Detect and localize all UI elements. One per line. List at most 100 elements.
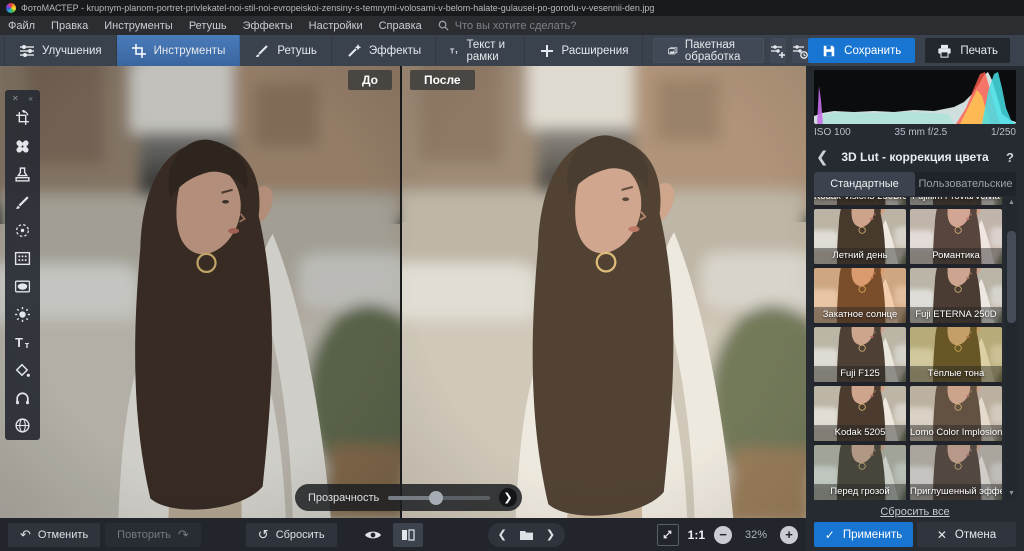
split-view-button[interactable] (393, 523, 423, 547)
plus-icon (539, 43, 555, 59)
help-icon[interactable]: ? (996, 150, 1014, 165)
filter-item[interactable]: Тёплые тона (910, 327, 1002, 382)
radial-filter-tool[interactable] (10, 218, 36, 243)
folder-icon[interactable] (519, 529, 534, 541)
opacity-slider[interactable] (388, 496, 490, 500)
tools-side-panel: ✕ « Tт (5, 90, 40, 440)
tab-custom[interactable]: Пользовательские (915, 172, 1016, 196)
filters-scrollbar[interactable]: ▲ ▼ (1005, 197, 1018, 500)
printer-icon (937, 44, 952, 58)
tab-retouch[interactable]: Ретушь (240, 35, 332, 66)
zoom-in-button[interactable]: + (780, 526, 798, 544)
before-label: До (348, 70, 392, 90)
menu-edit[interactable]: Правка (51, 20, 88, 32)
right-panel: ISO 100 35 mm f/2.5 1/250 ❮ 3D Lut - кор… (806, 66, 1024, 551)
redo-icon: ↷ (178, 528, 189, 541)
paint-bucket-icon (14, 362, 31, 379)
preset-history-button[interactable] (792, 38, 808, 63)
scroll-down-icon[interactable]: ▼ (1008, 488, 1015, 500)
opacity-slider-handle[interactable] (429, 491, 443, 505)
back-chevron-icon[interactable]: ❮ (816, 148, 834, 166)
text-tool[interactable]: Tт (10, 330, 36, 355)
cancel-button[interactable]: ✕ Отмена (917, 522, 1016, 547)
panel-collapse-icon[interactable]: « (29, 94, 33, 103)
vignette-icon (14, 278, 31, 295)
filter-item[interactable]: Закатное солнце (814, 268, 906, 323)
curves-tool[interactable] (10, 386, 36, 411)
crop-rotate-tool[interactable] (10, 106, 36, 131)
filter-item[interactable]: Перед грозой (814, 445, 906, 500)
apply-button[interactable]: ✓ Применить (814, 522, 913, 547)
filter-item[interactable]: Романтика (910, 209, 1002, 264)
zoom-out-button[interactable]: − (714, 526, 732, 544)
filter-label: Lomo Color Implosion (910, 425, 1002, 441)
tab-batch-processing[interactable]: Пакетная обработка (653, 38, 764, 63)
magic-wand-icon (346, 43, 362, 59)
3d-lut-tool[interactable] (10, 413, 36, 438)
app-logo-icon (6, 3, 16, 13)
tab-text-frames[interactable]: Tт Текст и рамки (436, 35, 524, 66)
filter-label: Романтика (910, 248, 1002, 264)
preview-original-button[interactable] (358, 523, 388, 547)
print-button[interactable]: Печать (925, 38, 1010, 63)
save-button[interactable]: Сохранить (808, 38, 915, 63)
tab-extensions[interactable]: Расширения (525, 35, 644, 66)
search-icon (438, 20, 449, 31)
text-tool-icon: Tт (14, 334, 31, 351)
menu-settings[interactable]: Настройки (309, 20, 363, 32)
tab-standard[interactable]: Стандартные (814, 172, 915, 196)
tab-tools[interactable]: Инструменты (117, 35, 241, 66)
after-label: После (410, 70, 475, 90)
filter-item[interactable]: Fujifilm Provia/Velvia (910, 197, 1002, 205)
menu-bar: Файл Правка Инструменты Ретушь Эффекты Н… (0, 16, 1024, 35)
filter-label: Fuji F125 (814, 366, 906, 382)
menu-file[interactable]: Файл (8, 20, 35, 32)
filter-label: Приглушенный эффект (910, 484, 1002, 500)
zoom-level: 32% (741, 529, 771, 541)
reset-all-link[interactable]: Сбросить все (806, 506, 1024, 518)
headphones-arc-icon (14, 389, 31, 406)
menu-effects[interactable]: Эффекты (243, 20, 293, 32)
reset-button[interactable]: ↺ Сбросить (246, 523, 337, 547)
tab-effects[interactable]: Эффекты (332, 35, 436, 66)
svg-text:т: т (25, 339, 30, 350)
image-canvas[interactable]: До После ✕ « Tт Прозрачнос (0, 66, 806, 518)
brightness-tool[interactable] (10, 302, 36, 327)
filter-item[interactable]: Летний день (814, 209, 906, 264)
filter-item[interactable]: Lomo Color Implosion (910, 386, 1002, 441)
fill-tool[interactable] (10, 358, 36, 383)
menu-retouch[interactable]: Ретушь (189, 20, 227, 32)
panel-close-icon[interactable]: ✕ (12, 94, 19, 103)
add-preset-button[interactable] (770, 38, 786, 63)
search-field[interactable]: Что вы хотите сделать? (438, 20, 577, 32)
zoom-1to1-button[interactable]: 1:1 (688, 528, 705, 542)
scrollbar-thumb[interactable] (1007, 231, 1016, 323)
adjustment-brush-tool[interactable] (10, 190, 36, 215)
filters-list[interactable]: Kodak Vision3 250D/500T Fujifilm Provia/… (814, 197, 1002, 500)
next-photo-button[interactable]: ❯ (546, 528, 555, 541)
filter-item[interactable]: Kodak Vision3 250D/500T (814, 197, 906, 205)
healing-patch-tool[interactable] (10, 134, 36, 159)
fit-screen-button[interactable] (657, 524, 679, 546)
filter-item[interactable]: Fuji F125 (814, 327, 906, 382)
prev-photo-button[interactable]: ❮ (498, 528, 507, 541)
tab-enhancements[interactable]: Улучшения (4, 35, 117, 66)
vignette-tool[interactable] (10, 274, 36, 299)
expand-button[interactable]: ❯ (499, 488, 517, 507)
menu-help[interactable]: Справка (379, 20, 422, 32)
scroll-up-icon[interactable]: ▲ (1008, 197, 1015, 209)
section-title: 3D Lut - коррекция цвета (834, 150, 996, 164)
clone-stamp-tool[interactable] (10, 162, 36, 187)
svg-text:T: T (15, 334, 23, 349)
redo-button[interactable]: Повторить ↷ (105, 523, 201, 547)
menu-tools[interactable]: Инструменты (104, 20, 173, 32)
filter-item[interactable]: Fuji ETERNA 250D (910, 268, 1002, 323)
filter-item[interactable]: Приглушенный эффект (910, 445, 1002, 500)
graduated-filter-tool[interactable] (10, 246, 36, 271)
undo-button[interactable]: ↶ Отменить (8, 523, 100, 547)
radial-filter-icon (14, 222, 31, 239)
svg-text:т: т (455, 49, 458, 55)
histogram (814, 70, 1016, 124)
filter-item[interactable]: Kodak 5205 (814, 386, 906, 441)
cross-icon: ✕ (937, 528, 947, 542)
